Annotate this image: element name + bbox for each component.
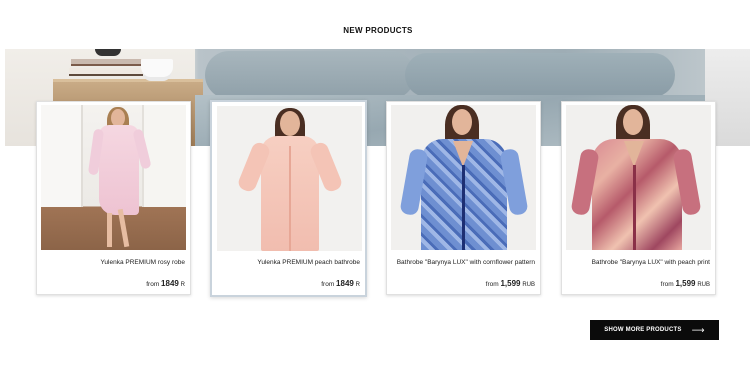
product-price: from 1849 R: [321, 279, 360, 288]
product-card[interactable]: Yulenka PREMIUM peach bathrobe from 1849…: [210, 100, 367, 297]
product-price: from 1849 R: [146, 279, 185, 288]
show-more-label: SHOW MORE PRODUCTS: [604, 327, 682, 333]
arrow-right-icon: ⟶: [691, 324, 705, 335]
product-name[interactable]: Bathrobe "Barynya LUX" with cornflower p…: [395, 259, 535, 267]
show-more-products-button[interactable]: SHOW MORE PRODUCTS ⟶: [590, 320, 719, 340]
product-name[interactable]: Bathrobe "Barynya LUX" with peach print: [570, 259, 710, 267]
product-price: from 1,599 RUB: [660, 279, 710, 288]
product-image[interactable]: [41, 105, 186, 250]
product-card[interactable]: Bathrobe "Barynya LUX" with peach print …: [561, 101, 716, 295]
product-name[interactable]: Yulenka PREMIUM rosy robe: [45, 259, 185, 267]
product-image[interactable]: [217, 106, 362, 251]
product-price: from 1,599 RUB: [485, 279, 535, 288]
product-card[interactable]: Bathrobe "Barynya LUX" with cornflower p…: [386, 101, 541, 295]
product-name[interactable]: Yulenka PREMIUM peach bathrobe: [220, 259, 360, 267]
product-image[interactable]: [391, 105, 536, 250]
product-card[interactable]: Yulenka PREMIUM rosy robe from 1849 R: [36, 101, 191, 295]
product-image[interactable]: [566, 105, 711, 250]
section-title: NEW PRODUCTS: [343, 26, 413, 35]
